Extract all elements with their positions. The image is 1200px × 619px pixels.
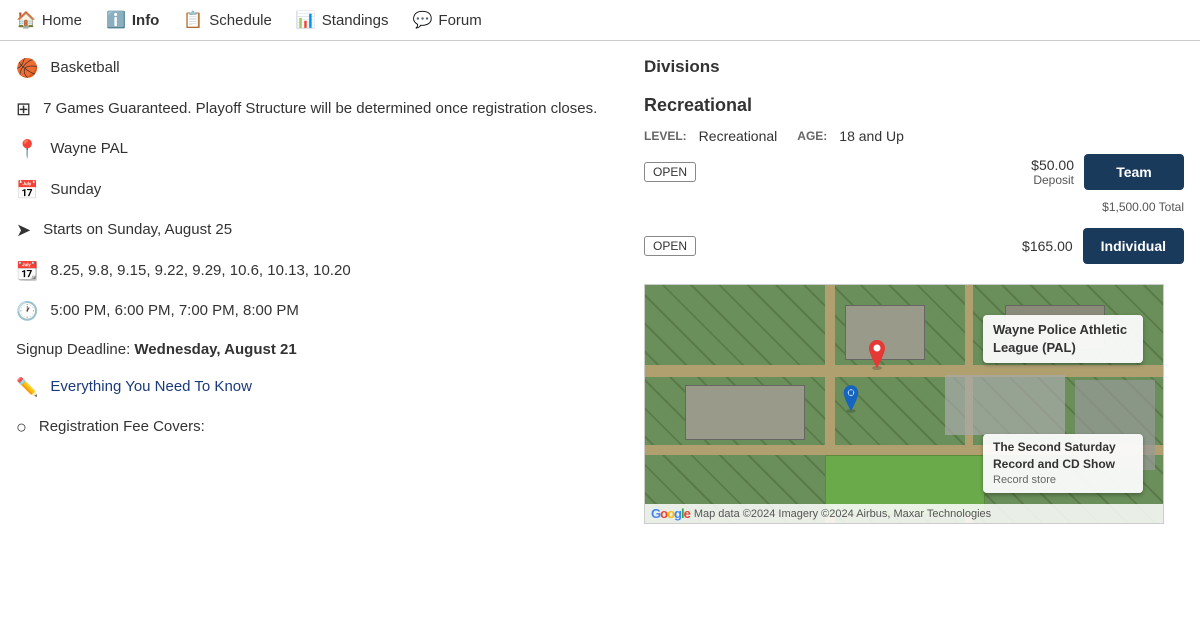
individual-price: $165.00 bbox=[1022, 238, 1073, 254]
times-row: 🕐 5:00 PM, 6:00 PM, 7:00 PM, 8:00 PM bbox=[16, 300, 624, 323]
google-logo: Google bbox=[651, 506, 690, 521]
nav-info[interactable]: ℹ️ Info bbox=[106, 10, 159, 30]
level-age-row: LEVEL: Recreational AGE: 18 and Up bbox=[644, 128, 1184, 144]
day-row: 📅 Sunday bbox=[16, 179, 624, 202]
nav-standings[interactable]: 📊 Standings bbox=[296, 10, 389, 30]
nav-forum[interactable]: 💬 Forum bbox=[412, 10, 481, 30]
dates-text: 8.25, 9.8, 9.15, 9.22, 9.29, 10.6, 10.13… bbox=[50, 260, 350, 283]
signup-deadline: Signup Deadline: Wednesday, August 21 bbox=[16, 341, 624, 358]
map-pin-blue-icon bbox=[840, 385, 862, 413]
team-total: $1,500.00 Total bbox=[644, 200, 1184, 214]
map-container[interactable]: Wayne Police Athletic League (PAL) The S… bbox=[644, 284, 1164, 524]
forum-icon: 💬 bbox=[412, 10, 432, 30]
games-info-row: ⊞ 7 Games Guaranteed. Playoff Structure … bbox=[16, 98, 624, 121]
signup-date: Wednesday, August 21 bbox=[134, 341, 296, 358]
day-text: Sunday bbox=[50, 179, 101, 202]
starts-text: Starts on Sunday, August 25 bbox=[43, 219, 232, 242]
team-register-button[interactable]: Team bbox=[1084, 154, 1184, 190]
nav-home[interactable]: 🏠 Home bbox=[16, 10, 82, 30]
location-row: 📍 Wayne PAL bbox=[16, 138, 624, 161]
nav-schedule[interactable]: 📋 Schedule bbox=[183, 10, 271, 30]
divisions-title: Divisions bbox=[644, 57, 1184, 83]
grid-icon: ⊞ bbox=[16, 99, 31, 120]
circle-icon: ○ bbox=[16, 417, 27, 438]
times-text: 5:00 PM, 6:00 PM, 7:00 PM, 8:00 PM bbox=[50, 300, 298, 323]
pencil-icon: ✏️ bbox=[16, 377, 38, 398]
starts-row: ➤ Starts on Sunday, August 25 bbox=[16, 219, 624, 242]
division-section-recreational: Recreational LEVEL: Recreational AGE: 18… bbox=[644, 95, 1184, 264]
google-attribution: Google Map data ©2024 Imagery ©2024 Airb… bbox=[645, 504, 1163, 523]
clock-icon: 🕐 bbox=[16, 301, 38, 322]
team-open-badge: OPEN bbox=[644, 162, 696, 182]
basketball-icon: 🏀 bbox=[16, 58, 38, 79]
individual-open-badge: OPEN bbox=[644, 236, 696, 256]
calendar-icon: 📅 bbox=[16, 180, 38, 201]
navigation: 🏠 Home ℹ️ Info 📋 Schedule 📊 Standings 💬 … bbox=[0, 0, 1200, 41]
team-deposit-label: Deposit bbox=[1031, 173, 1074, 187]
need-to-know-row[interactable]: ✏️ Everything You Need To Know bbox=[16, 376, 624, 399]
map-pin-red-icon bbox=[865, 340, 889, 370]
dates-row: 📆 8.25, 9.8, 9.15, 9.22, 9.29, 10.6, 10.… bbox=[16, 260, 624, 283]
sport-row: 🏀 Basketball bbox=[16, 57, 624, 80]
division-name: Recreational bbox=[644, 95, 1184, 116]
level-value: Recreational bbox=[699, 128, 778, 144]
right-column: Divisions Recreational LEVEL: Recreation… bbox=[644, 57, 1184, 524]
left-column: 🏀 Basketball ⊞ 7 Games Guaranteed. Playo… bbox=[16, 57, 624, 524]
level-label: LEVEL: bbox=[644, 129, 687, 143]
reg-fee-row: ○ Registration Fee Covers: bbox=[16, 416, 624, 439]
sport-name: Basketball bbox=[50, 57, 119, 80]
individual-register-button[interactable]: Individual bbox=[1083, 228, 1184, 264]
individual-registration-row: OPEN $165.00 Individual bbox=[644, 228, 1184, 264]
team-registration-row: OPEN $50.00 Deposit Team bbox=[644, 154, 1184, 190]
location-text: Wayne PAL bbox=[50, 138, 128, 161]
standings-icon: 📊 bbox=[296, 10, 316, 30]
map-label-record-store: The Second Saturday Record and CD Show R… bbox=[983, 434, 1143, 493]
info-icon: ℹ️ bbox=[106, 10, 126, 30]
need-to-know-link[interactable]: Everything You Need To Know bbox=[50, 376, 252, 399]
team-deposit-price: $50.00 bbox=[1031, 157, 1074, 173]
reg-fee-text: Registration Fee Covers: bbox=[39, 416, 205, 439]
games-info-text: 7 Games Guaranteed. Playoff Structure wi… bbox=[43, 98, 597, 121]
schedule-icon: 📋 bbox=[183, 10, 203, 30]
team-price-block: $50.00 Deposit bbox=[1031, 157, 1074, 187]
age-value: 18 and Up bbox=[839, 128, 904, 144]
home-icon: 🏠 bbox=[16, 10, 36, 30]
arrow-icon: ➤ bbox=[16, 220, 31, 241]
main-content: 🏀 Basketball ⊞ 7 Games Guaranteed. Playo… bbox=[0, 41, 1200, 540]
location-icon: 📍 bbox=[16, 139, 38, 160]
map-label-pal: Wayne Police Athletic League (PAL) bbox=[983, 315, 1143, 363]
map-aerial-bg: Wayne Police Athletic League (PAL) The S… bbox=[645, 285, 1163, 523]
age-label: AGE: bbox=[797, 129, 827, 143]
dates-calendar-icon: 📆 bbox=[16, 261, 38, 282]
